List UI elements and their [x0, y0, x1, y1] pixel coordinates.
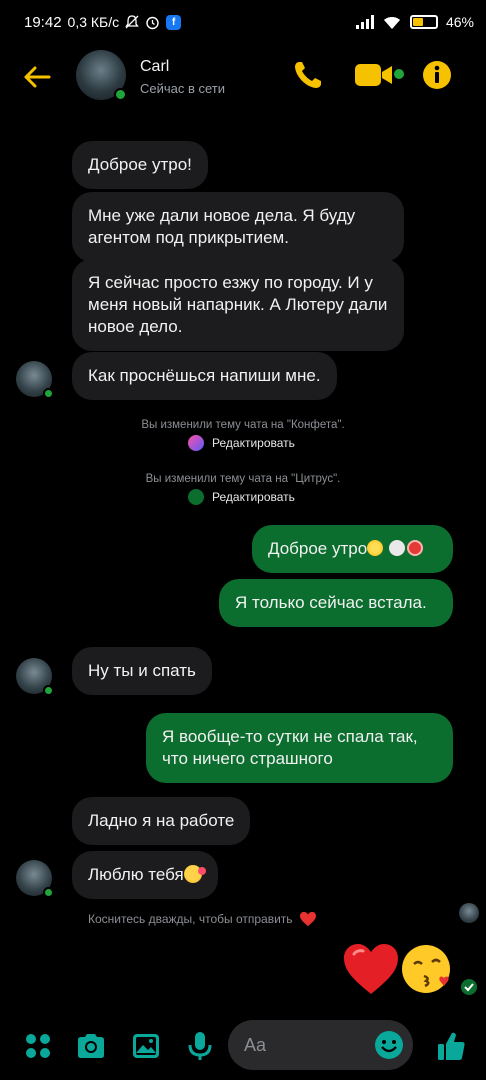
message-text: Люблю тебя — [88, 865, 184, 884]
mic-icon[interactable] — [184, 1030, 216, 1062]
seen-avatar — [459, 903, 479, 923]
contact-name[interactable]: Carl — [140, 58, 169, 76]
heart-icon[interactable] — [299, 911, 317, 927]
message-incoming[interactable]: Как проснёшься напиши мне. — [72, 352, 337, 400]
battery-icon — [409, 15, 438, 29]
battery-percent: 46% — [445, 14, 474, 30]
alarm-clock-emoji-icon — [407, 540, 424, 556]
camera-icon[interactable] — [75, 1030, 107, 1062]
status-bar: 19:42 0,3 КБ/с f 46% — [0, 0, 486, 44]
alarm-icon — [146, 16, 159, 29]
facebook-icon: f — [166, 14, 182, 30]
double-tap-hint: Коснитесь дважды, чтобы отправить — [88, 911, 317, 927]
message-text: Доброе утро — [268, 539, 368, 558]
face-emoji-icon — [389, 540, 406, 556]
message-text: Как проснёшься напиши мне. — [88, 366, 321, 385]
contact-status: Сейчас в сети — [140, 81, 226, 96]
mute-icon — [125, 15, 139, 29]
message-incoming[interactable]: Я сейчас просто езжу по городу. И у меня… — [72, 259, 404, 351]
status-net-speed: 0,3 КБ/с — [67, 14, 120, 30]
message-incoming[interactable]: Ладно я на работе — [72, 797, 251, 845]
phone-icon[interactable] — [292, 59, 324, 91]
chat-header: Carl Сейчас в сети — [0, 44, 486, 110]
hint-text: Коснитесь дважды, чтобы отправить — [88, 912, 293, 926]
edit-theme-link[interactable]: Редактировать — [188, 489, 295, 505]
sun-emoji-icon — [367, 540, 384, 556]
emoji-icon[interactable] — [374, 1030, 404, 1060]
status-time: 19:42 — [24, 13, 62, 31]
message-incoming[interactable]: Ну ты и спать — [72, 647, 212, 695]
message-incoming[interactable]: Мне уже дали новое дела. Я буду агентом … — [72, 192, 404, 262]
online-indicator — [43, 887, 54, 898]
big-heart-icon[interactable] — [342, 942, 400, 996]
edit-label: Редактировать — [212, 490, 295, 504]
message-outgoing[interactable]: Я только сейчас встала. — [219, 579, 453, 627]
system-message: Вы изменили тему чата на "Цитрус". — [145, 473, 341, 485]
battery-fill — [412, 18, 424, 26]
contact-avatar-small[interactable] — [16, 860, 54, 898]
smiling-hearts-emoji-icon — [183, 865, 206, 883]
message-text: Мне уже дали новое дела. Я буду агентом … — [88, 206, 356, 247]
back-arrow-icon[interactable] — [22, 62, 52, 92]
video-icon[interactable] — [354, 62, 394, 88]
composer-toolbar — [0, 1010, 486, 1080]
system-message: Вы изменили тему чата на "Конфета". — [141, 419, 345, 431]
message-text: Доброе утро! — [88, 155, 192, 174]
message-incoming[interactable]: Люблю тебя — [72, 851, 218, 899]
edit-theme-link[interactable]: Редактировать — [188, 435, 295, 451]
thumbs-up-icon[interactable] — [436, 1030, 466, 1062]
message-incoming[interactable]: Доброе утро! — [72, 141, 208, 189]
message-input[interactable] — [244, 1020, 364, 1070]
wifi-icon — [383, 16, 400, 29]
video-online-dot — [394, 69, 404, 79]
online-indicator — [43, 388, 54, 399]
contact-avatar[interactable] — [76, 50, 127, 101]
message-outgoing[interactable]: Доброе утро — [252, 525, 453, 573]
online-indicator — [43, 685, 54, 696]
message-composer[interactable] — [228, 1020, 413, 1070]
candy-theme-icon — [188, 435, 204, 451]
contact-avatar-small[interactable] — [16, 361, 54, 399]
check-icon — [461, 979, 477, 995]
kiss-face-icon[interactable] — [400, 942, 454, 996]
contact-avatar-small[interactable] — [16, 658, 54, 696]
edit-label: Редактировать — [212, 436, 295, 450]
message-text: Я только сейчас встала. — [235, 593, 427, 612]
message-outgoing[interactable]: Я вообще-то сутки не спала так, что ниче… — [146, 713, 453, 783]
message-text: Я сейчас просто езжу по городу. И у меня… — [88, 273, 388, 336]
apps-icon[interactable] — [22, 1030, 54, 1062]
message-text: Ну ты и спать — [88, 661, 196, 680]
message-text: Ладно я на работе — [88, 811, 235, 830]
gallery-icon[interactable] — [130, 1030, 162, 1062]
online-indicator — [114, 88, 127, 101]
message-text: Я вообще-то сутки не спала так, что ниче… — [162, 727, 418, 768]
signal-icon — [355, 15, 374, 29]
info-icon[interactable] — [422, 60, 452, 90]
citrus-theme-icon — [188, 489, 204, 505]
